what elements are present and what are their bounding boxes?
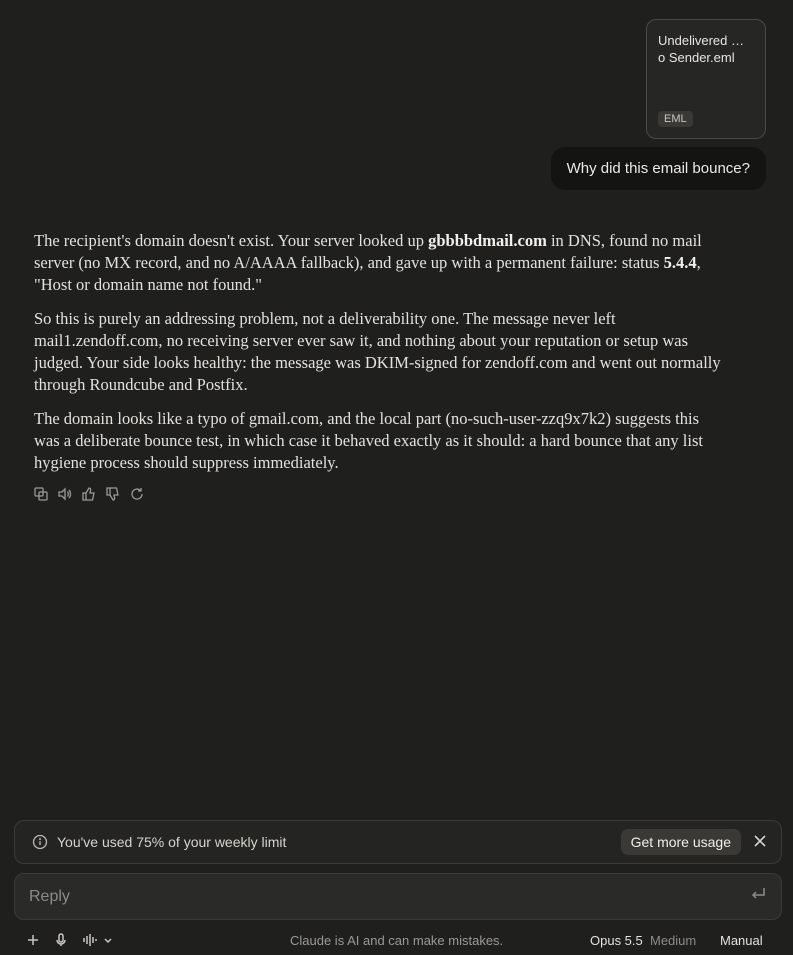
retry-icon[interactable]	[129, 486, 145, 502]
reply-input[interactable]	[29, 887, 749, 906]
plus-icon[interactable]	[26, 933, 40, 947]
speaker-icon[interactable]	[57, 486, 73, 502]
copy-icon[interactable]	[33, 486, 49, 502]
disclaimer-text: Claude is AI and can make mistakes.	[290, 932, 504, 948]
attachment-file-name: Undelivered … o Sender.eml	[658, 32, 756, 66]
close-icon[interactable]	[753, 834, 769, 850]
mode-selector[interactable]: Manual	[720, 933, 763, 948]
microphone-icon[interactable]	[54, 933, 68, 947]
usage-banner: You've used 75% of your weekly limit Get…	[14, 820, 782, 864]
thumbs-down-icon[interactable]	[105, 486, 121, 502]
attachment-card[interactable]: Undelivered … o Sender.eml EML	[646, 19, 766, 139]
message-actions	[33, 486, 145, 502]
effort-selector[interactable]: Medium	[650, 933, 696, 948]
thumbs-up-icon[interactable]	[81, 486, 97, 502]
bottom-toolbar: Claude is AI and can make mistakes. Opus…	[0, 928, 793, 952]
response-paragraph-1: The recipient's domain doesn't exist. Yo…	[34, 231, 702, 294]
chat-page: Undelivered … o Sender.eml EML Why did t…	[0, 0, 793, 955]
chevron-down-icon[interactable]	[103, 935, 113, 945]
response-paragraph-2: So this is purely an addressing problem,…	[34, 309, 721, 394]
info-icon	[32, 834, 48, 850]
attachment-file-name-line2: o Sender.eml	[658, 50, 735, 65]
reply-box	[14, 873, 782, 920]
attachment-file-name-line1: Undelivered …	[658, 33, 744, 48]
user-message: Why did this email bounce?	[550, 147, 766, 190]
usage-text: You've used 75% of your weekly limit	[57, 834, 287, 850]
send-icon[interactable]	[749, 885, 767, 908]
status-code: 5.4.4	[663, 253, 697, 272]
voice-mode-icon[interactable]	[82, 933, 98, 947]
attachment-type-badge: EML	[658, 111, 693, 127]
bounced-domain: gbbbbdmail.com	[428, 231, 547, 250]
response-paragraph-3: The domain looks like a typo of gmail.co…	[34, 409, 703, 472]
model-selector[interactable]: Opus 5.5	[590, 933, 643, 948]
get-more-usage-button[interactable]: Get more usage	[620, 829, 741, 855]
assistant-response: The recipient's domain doesn't exist. Yo…	[34, 230, 724, 486]
